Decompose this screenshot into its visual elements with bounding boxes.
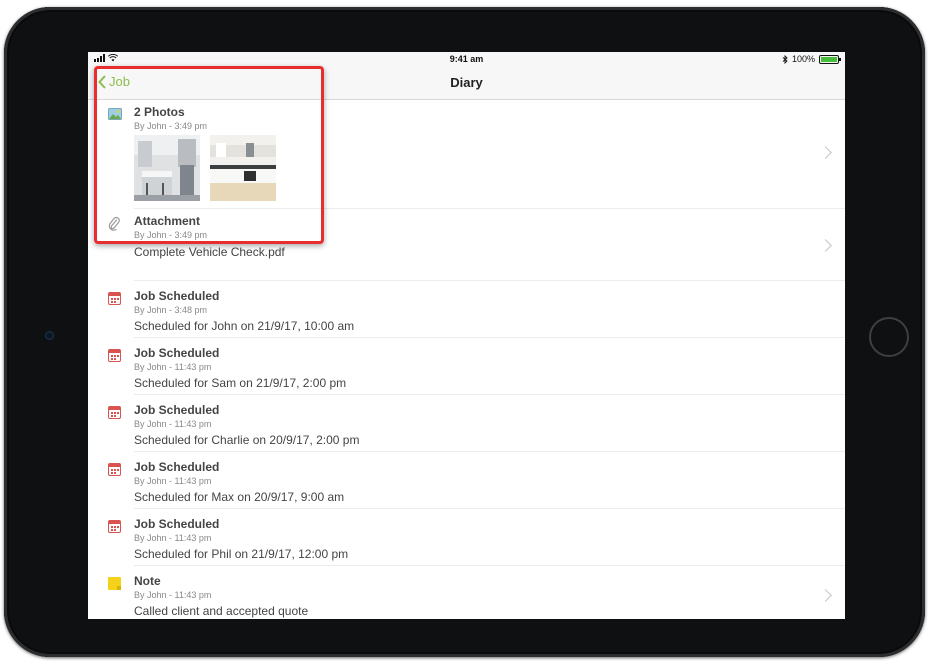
diary-entry-job-scheduled[interactable]: Job Scheduled By John - 11:43 pm Schedul… — [88, 338, 845, 395]
diary-entry-note[interactable]: Note By John - 11:43 pm Called client an… — [88, 566, 845, 619]
battery-icon — [819, 54, 841, 64]
entry-description: Scheduled for Charlie on 20/9/17, 2:00 p… — [134, 433, 360, 447]
entry-description: Scheduled for John on 21/9/17, 10:00 am — [134, 319, 355, 333]
entry-title: Job Scheduled — [134, 289, 220, 303]
calendar-icon — [108, 406, 121, 419]
battery-fill — [821, 56, 837, 62]
calendar-icon — [108, 292, 121, 305]
calendar-icon — [108, 520, 121, 533]
bluetooth-icon — [782, 54, 788, 64]
diary-entry-job-scheduled[interactable]: Job Scheduled By John - 11:43 pm Schedul… — [88, 395, 845, 452]
calendar-icon — [108, 463, 121, 476]
entry-description: Scheduled for Max on 20/9/17, 9:00 am — [134, 490, 345, 504]
battery-percent: 100% — [791, 54, 815, 64]
entry-author-time: By John - 11:43 pm — [134, 476, 212, 486]
entry-title: Note — [134, 574, 161, 588]
status-bar: 9:41 am 100% — [88, 52, 845, 66]
status-time: 9:41 am — [449, 54, 484, 64]
entry-title: Job Scheduled — [134, 403, 220, 417]
entry-title: Job Scheduled — [134, 517, 220, 531]
entry-author-time: By John - 11:43 pm — [134, 362, 212, 372]
chevron-right-icon — [819, 589, 832, 602]
entry-description: Scheduled for Sam on 21/9/17, 2:00 pm — [134, 376, 347, 390]
entry-author-time: By John - 11:43 pm — [134, 533, 212, 543]
diary-entry-job-scheduled[interactable]: Job Scheduled By John - 11:43 pm Schedul… — [88, 509, 845, 566]
diary-entry-job-scheduled[interactable]: Job Scheduled By John - 3:48 pm Schedule… — [88, 281, 845, 338]
chevron-right-icon — [819, 239, 832, 252]
entry-title: Job Scheduled — [134, 460, 220, 474]
diary-entry-job-scheduled[interactable]: Job Scheduled By John - 11:43 pm Schedul… — [88, 452, 845, 509]
attachment-filename: Complete Vehicle Check.pdf — [134, 245, 285, 259]
front-camera — [45, 331, 54, 340]
entry-author-time: By John - 3:48 pm — [134, 305, 208, 315]
entry-author-time: By John - 11:43 pm — [134, 419, 212, 429]
entry-description: Scheduled for Phil on 21/9/17, 12:00 pm — [134, 547, 349, 561]
entry-description: Called client and accepted quote — [134, 604, 309, 618]
chevron-right-icon — [819, 146, 832, 159]
entry-author-time: By John - 11:43 pm — [134, 590, 212, 600]
entry-title: Job Scheduled — [134, 346, 220, 360]
calendar-icon — [108, 349, 121, 362]
highlight-box — [94, 66, 324, 244]
status-right: 100% — [782, 54, 841, 64]
note-icon — [108, 577, 121, 590]
home-button[interactable] — [869, 317, 909, 357]
